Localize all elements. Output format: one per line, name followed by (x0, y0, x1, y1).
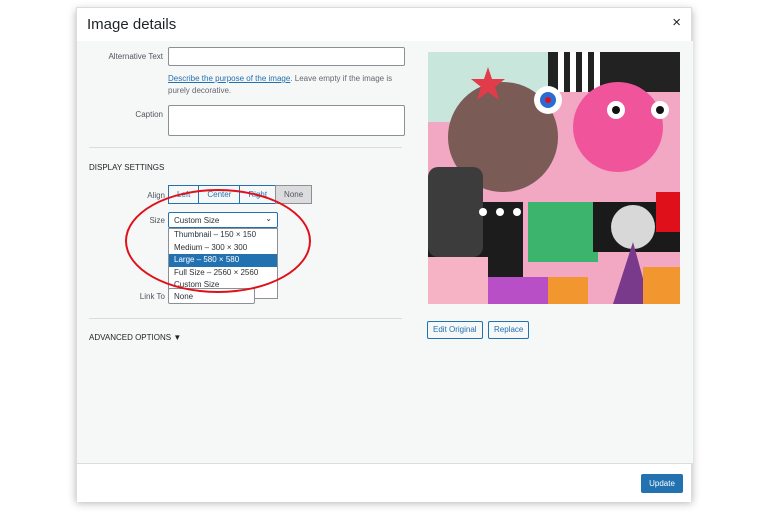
align-label: Align (147, 191, 165, 200)
edit-original-button[interactable]: Edit Original (427, 321, 483, 339)
preview-panel: Edit Original Replace (416, 41, 693, 463)
size-label: Size (149, 216, 165, 225)
divider (89, 318, 402, 319)
align-button-group: Left Center Right None (168, 185, 313, 204)
modal-title: Image details (87, 16, 177, 33)
align-right-button[interactable]: Right (239, 185, 277, 204)
modal-header: Image details × (77, 8, 691, 42)
advanced-options-label: ADVANCED OPTIONS (89, 333, 172, 342)
image-details-modal: Image details × Alternative Text Describ… (76, 7, 693, 502)
alt-text-input[interactable] (168, 47, 405, 66)
settings-panel: Alternative Text Describe the purpose of… (77, 41, 417, 463)
size-select[interactable]: Custom Size ⌄ (168, 212, 278, 228)
display-settings-heading: DISPLAY SETTINGS (89, 163, 165, 172)
align-none-button[interactable]: None (275, 185, 313, 204)
size-option-large[interactable]: Large – 580 × 580 (169, 254, 277, 267)
chevron-down-icon: ⌄ (265, 214, 272, 223)
size-option-medium[interactable]: Medium – 300 × 300 (169, 242, 277, 255)
align-center-button[interactable]: Center (198, 185, 241, 204)
size-selected-value: Custom Size (174, 216, 220, 225)
divider (89, 147, 402, 148)
describe-purpose-link[interactable]: Describe the purpose of the image (168, 74, 290, 83)
link-to-select[interactable]: None (168, 288, 255, 304)
advanced-options-toggle[interactable]: ADVANCED OPTIONS ▼ (89, 333, 181, 342)
replace-button[interactable]: Replace (488, 321, 530, 339)
size-option-thumbnail[interactable]: Thumbnail – 150 × 150 (169, 229, 277, 242)
link-to-label: Link To (139, 292, 165, 301)
triangle-down-icon: ▼ (173, 333, 182, 342)
size-option-full[interactable]: Full Size – 2560 × 2560 (169, 267, 277, 280)
align-left-button[interactable]: Left (168, 185, 200, 204)
close-icon[interactable]: × (672, 14, 681, 31)
alt-text-label: Alternative Text (108, 52, 163, 61)
caption-label: Caption (135, 110, 163, 119)
alt-text-help: Describe the purpose of the image. Leave… (168, 73, 408, 97)
update-button[interactable]: Update (641, 474, 683, 493)
link-to-value: None (174, 292, 194, 301)
modal-footer: Update (77, 463, 691, 502)
image-preview (428, 52, 680, 304)
caption-textarea[interactable] (168, 105, 405, 136)
